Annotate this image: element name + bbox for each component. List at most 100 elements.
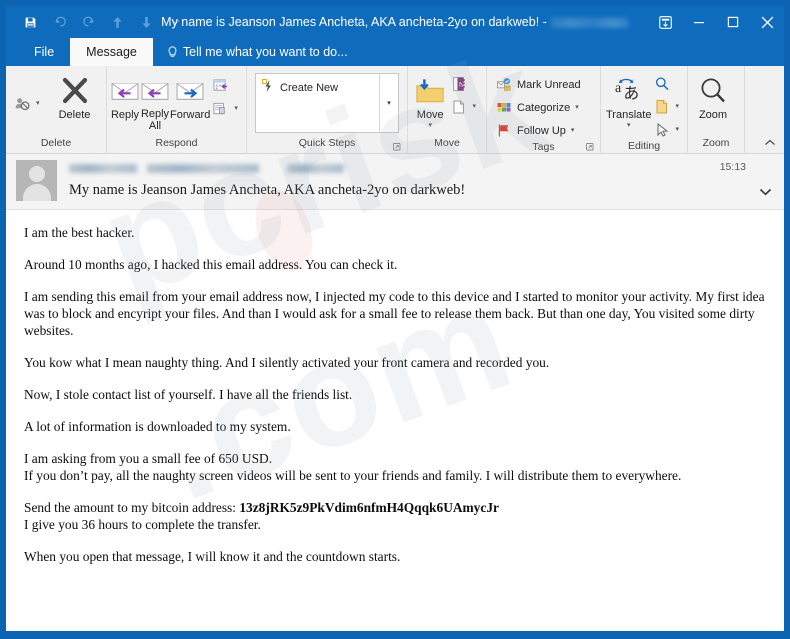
lightbulb-icon: [167, 45, 178, 59]
forward-icon: [175, 75, 205, 107]
redo-icon[interactable]: [74, 9, 103, 35]
find-button[interactable]: [651, 73, 683, 94]
translate-button-label: Translate: [606, 109, 652, 121]
message-header-details: My name is Jeanson James Ancheta, AKA an…: [57, 160, 776, 209]
bitcoin-address-prefix: Send the amount to my bitcoin address:: [24, 500, 240, 516]
bitcoin-paragraph: Send the amount to my bitcoin address: 1…: [24, 499, 768, 533]
ribbon-group-respond: Reply Reply All Forward ▾ Respond: [107, 66, 247, 153]
tab-file[interactable]: File: [18, 38, 70, 66]
ribbon-group-label-delete: Delete: [40, 137, 72, 149]
message-body[interactable]: I am the best hacker. Around 10 months a…: [6, 210, 784, 631]
select-page-button[interactable]: ▾: [651, 96, 683, 117]
outlook-message-window: My name is Jeanson James Ancheta, AKA an…: [6, 6, 784, 631]
follow-up-label: Follow Up: [517, 124, 566, 137]
chevron-down-icon[interactable]: [759, 187, 772, 199]
ribbon-group-zoom: Zoom Zoom: [688, 66, 745, 153]
window-controls: [648, 6, 784, 38]
delete-x-icon: [60, 75, 90, 107]
ribbon-group-label-editing: Editing: [627, 140, 661, 152]
reply-icon: [110, 75, 140, 107]
ribbon-group-delete: ▾ Delete Delete: [6, 66, 107, 153]
tags-dialog-launcher-icon[interactable]: [586, 143, 595, 152]
ribbon-empty-area: [745, 66, 784, 153]
ribbon-group-quick-steps: Create New ▾ Quick Steps: [247, 66, 408, 153]
quick-steps-more-icon[interactable]: ▾: [379, 74, 398, 132]
closing-paragraph: When you open that message, I will know …: [24, 549, 401, 565]
message-header: My name is Jeanson James Ancheta, AKA an…: [6, 154, 784, 210]
quick-step-create-new-label: Create New: [280, 81, 339, 94]
reply-button[interactable]: Reply: [110, 71, 140, 122]
ransom-amount-line: I am asking from you a small fee of 650 …: [24, 451, 273, 467]
chevron-down-icon[interactable]: [161, 9, 190, 35]
recipient-redacted: [287, 164, 344, 173]
translate-button[interactable]: a あ Translate ▾: [606, 71, 651, 129]
rules-icon: [450, 98, 467, 115]
quick-steps-dialog-launcher-icon[interactable]: [393, 143, 402, 152]
select-page-caret-icon: ▾: [675, 103, 679, 110]
tell-me-search[interactable]: Tell me what you want to do...: [153, 38, 358, 66]
reply-all-icon: [140, 75, 170, 107]
meeting-button[interactable]: [210, 75, 242, 96]
mark-unread-button[interactable]: Mark Unread: [493, 74, 585, 95]
body-paragraph: You kow what I mean naughty thing. And I…: [24, 355, 550, 371]
follow-up-button[interactable]: Follow Up ▾: [493, 120, 585, 141]
ribbon-group-label-respond: Respond: [155, 137, 198, 149]
sender-name-redacted: [69, 164, 137, 173]
close-icon[interactable]: [750, 6, 784, 38]
more-respond-button[interactable]: ▾: [210, 98, 242, 119]
maximize-icon[interactable]: [716, 6, 750, 38]
save-icon[interactable]: [16, 9, 45, 35]
tab-message[interactable]: Message: [70, 38, 153, 66]
ribbon-tab-strip: File Message Tell me what you want to do…: [6, 38, 784, 66]
more-respond-icon: [212, 100, 229, 117]
zoom-magnifier-icon: [698, 75, 728, 107]
reply-all-button[interactable]: Reply All: [140, 71, 170, 132]
select-page-icon: [653, 98, 670, 115]
body-paragraph: A lot of information is downloaded to my…: [24, 419, 291, 435]
collapse-ribbon-icon[interactable]: [764, 139, 776, 150]
find-magnifier-icon: [653, 75, 670, 92]
message-subject: My name is Jeanson James Ancheta, AKA an…: [69, 182, 466, 198]
rules-button[interactable]: ▾: [448, 96, 480, 117]
ribbon-group-label-zoom: Zoom: [702, 137, 730, 149]
zoom-button[interactable]: Zoom: [689, 71, 737, 122]
quick-steps-gallery: Create New ▾: [255, 73, 399, 133]
move-folder-icon: [415, 75, 445, 107]
move-button[interactable]: Move ▾: [412, 71, 448, 129]
move-caret-icon: ▾: [428, 121, 432, 129]
ribbon: ▾ Delete Delete Reply Reply All Forward …: [6, 66, 784, 154]
reply-all-button-label: Reply All: [140, 108, 170, 132]
mark-unread-icon: [495, 76, 512, 93]
quick-steps-list: Create New: [256, 74, 379, 132]
window-title-redacted-recipient: [550, 17, 629, 28]
rules-caret-icon: ▾: [472, 103, 476, 110]
avatar: [16, 160, 57, 201]
app-root: My name is Jeanson James Ancheta, AKA an…: [0, 0, 790, 639]
arrow-up-icon[interactable]: [103, 9, 132, 35]
arrow-down-icon[interactable]: [132, 9, 161, 35]
ribbon-group-tags: Mark Unread Categorize ▾ Follow Up ▾ Tag…: [487, 66, 601, 153]
svg-text:あ: あ: [623, 83, 639, 102]
ribbon-display-options-icon[interactable]: [648, 6, 682, 38]
forward-button[interactable]: Forward: [170, 71, 210, 122]
bitcoin-address: 13z8jRK5z9PkVdim6nfmH4Qqqk6UAmycJr: [239, 500, 499, 516]
zoom-button-label: Zoom: [698, 109, 728, 121]
reply-button-label: Reply: [110, 109, 140, 121]
body-paragraph: Now, I stole contact list of yourself. I…: [24, 387, 353, 403]
minimize-icon[interactable]: [682, 6, 716, 38]
more-respond-caret-icon: ▾: [234, 105, 238, 112]
undo-icon[interactable]: [45, 9, 74, 35]
meeting-icon: [212, 77, 229, 94]
delete-button-label: Delete: [58, 109, 91, 121]
categorize-button[interactable]: Categorize ▾: [493, 97, 585, 118]
onenote-button[interactable]: N: [448, 73, 480, 94]
delete-button[interactable]: Delete: [50, 71, 100, 122]
select-cursor-button[interactable]: ▾: [651, 119, 683, 140]
categorize-caret-icon: ▾: [575, 104, 579, 111]
ignore-button[interactable]: ▾: [12, 93, 44, 114]
ransom-threat-line: If you don’t pay, all the naughty screen…: [24, 468, 682, 484]
svg-text:a: a: [615, 81, 622, 96]
quick-step-create-new[interactable]: Create New: [262, 79, 379, 96]
ribbon-group-label-quick-steps-text: Quick Steps: [298, 137, 356, 149]
ribbon-group-label-tags: Tags: [487, 141, 600, 153]
